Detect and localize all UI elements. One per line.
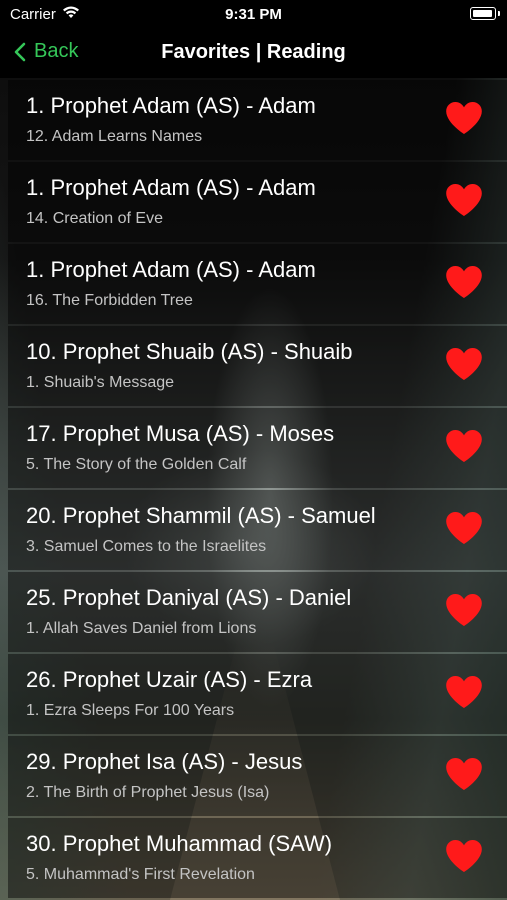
item-title: 26. Prophet Uzair (AS) - Ezra — [26, 667, 313, 692]
heart-icon[interactable] — [445, 674, 483, 710]
list-item[interactable]: 29. Prophet Isa (AS) - Jesus 2. The Birth… — [8, 736, 507, 816]
heart-icon[interactable] — [445, 592, 483, 628]
heart-icon[interactable] — [445, 756, 483, 792]
item-subtitle: 1. Allah Saves Daniel from Lions — [26, 620, 257, 637]
list-item[interactable]: 1. Prophet Adam (AS) - Adam 12. Adam Lear… — [8, 80, 507, 160]
item-subtitle: 1. Shuaib's Message — [26, 374, 175, 391]
item-subtitle: 3. Samuel Comes to the Israelites — [26, 538, 267, 555]
item-title: 1. Prophet Adam (AS) - Adam — [26, 93, 316, 118]
list-item[interactable]: 17. Prophet Musa (AS) - Moses 5. The Stor… — [8, 408, 507, 488]
heart-icon[interactable] — [445, 838, 483, 874]
heart-icon[interactable] — [445, 510, 483, 546]
status-bar: Carrier 9:31 PM — [0, 0, 507, 28]
battery-icon — [470, 7, 500, 20]
item-title: 30. Prophet Muhammad (SAW) — [26, 831, 333, 856]
item-subtitle: 16. The Forbidden Tree — [26, 292, 193, 309]
item-subtitle: 12. Adam Learns Names — [26, 128, 203, 145]
item-subtitle: 5. Muhammad's First Revelation — [26, 866, 255, 883]
list-item[interactable]: 25. Prophet Daniyal (AS) - Daniel 1. Alla… — [8, 572, 507, 652]
item-subtitle: 14. Creation of Eve — [26, 210, 163, 227]
heart-icon[interactable] — [445, 264, 483, 300]
item-subtitle: 1. Ezra Sleeps For 100 Years — [26, 702, 235, 719]
item-title: 25. Prophet Daniyal (AS) - Daniel — [26, 585, 352, 610]
clock: 9:31 PM — [225, 6, 282, 23]
list-item[interactable]: 30. Prophet Muhammad (SAW) 5. Muhammad's … — [8, 818, 507, 898]
list-item[interactable]: 1. Prophet Adam (AS) - Adam 16. The Forbi… — [8, 244, 507, 324]
heart-icon[interactable] — [445, 182, 483, 218]
heart-icon[interactable] — [445, 346, 483, 382]
item-subtitle: 5. The Story of the Golden Calf — [26, 456, 247, 473]
navigation-bar: Back Favorites | Reading — [0, 28, 507, 78]
page-title: Favorites | Reading — [161, 41, 346, 63]
list-item[interactable]: 20. Prophet Shammil (AS) - Samuel 3. Samu… — [8, 490, 507, 570]
item-title: 10. Prophet Shuaib (AS) - Shuaib — [26, 339, 353, 364]
list-item[interactable]: 26. Prophet Uzair (AS) - Ezra 1. Ezra Sle… — [8, 654, 507, 734]
item-title: 1. Prophet Adam (AS) - Adam — [26, 175, 316, 200]
item-title: 20. Prophet Shammil (AS) - Samuel — [26, 503, 376, 528]
item-title: 1. Prophet Adam (AS) - Adam — [26, 257, 316, 282]
favorites-list: 1. Prophet Adam (AS) - Adam 12. Adam Lear… — [8, 80, 507, 900]
item-title: 17. Prophet Musa (AS) - Moses — [26, 421, 335, 446]
heart-icon[interactable] — [445, 100, 483, 136]
item-title: 29. Prophet Isa (AS) - Jesus — [26, 749, 303, 774]
item-subtitle: 2. The Birth of Prophet Jesus (Isa) — [26, 784, 270, 801]
list-item[interactable]: 1. Prophet Adam (AS) - Adam 14. Creation … — [8, 162, 507, 242]
heart-icon[interactable] — [445, 428, 483, 464]
list-item[interactable]: 10. Prophet Shuaib (AS) - Shuaib 1. Shuai… — [8, 326, 507, 406]
